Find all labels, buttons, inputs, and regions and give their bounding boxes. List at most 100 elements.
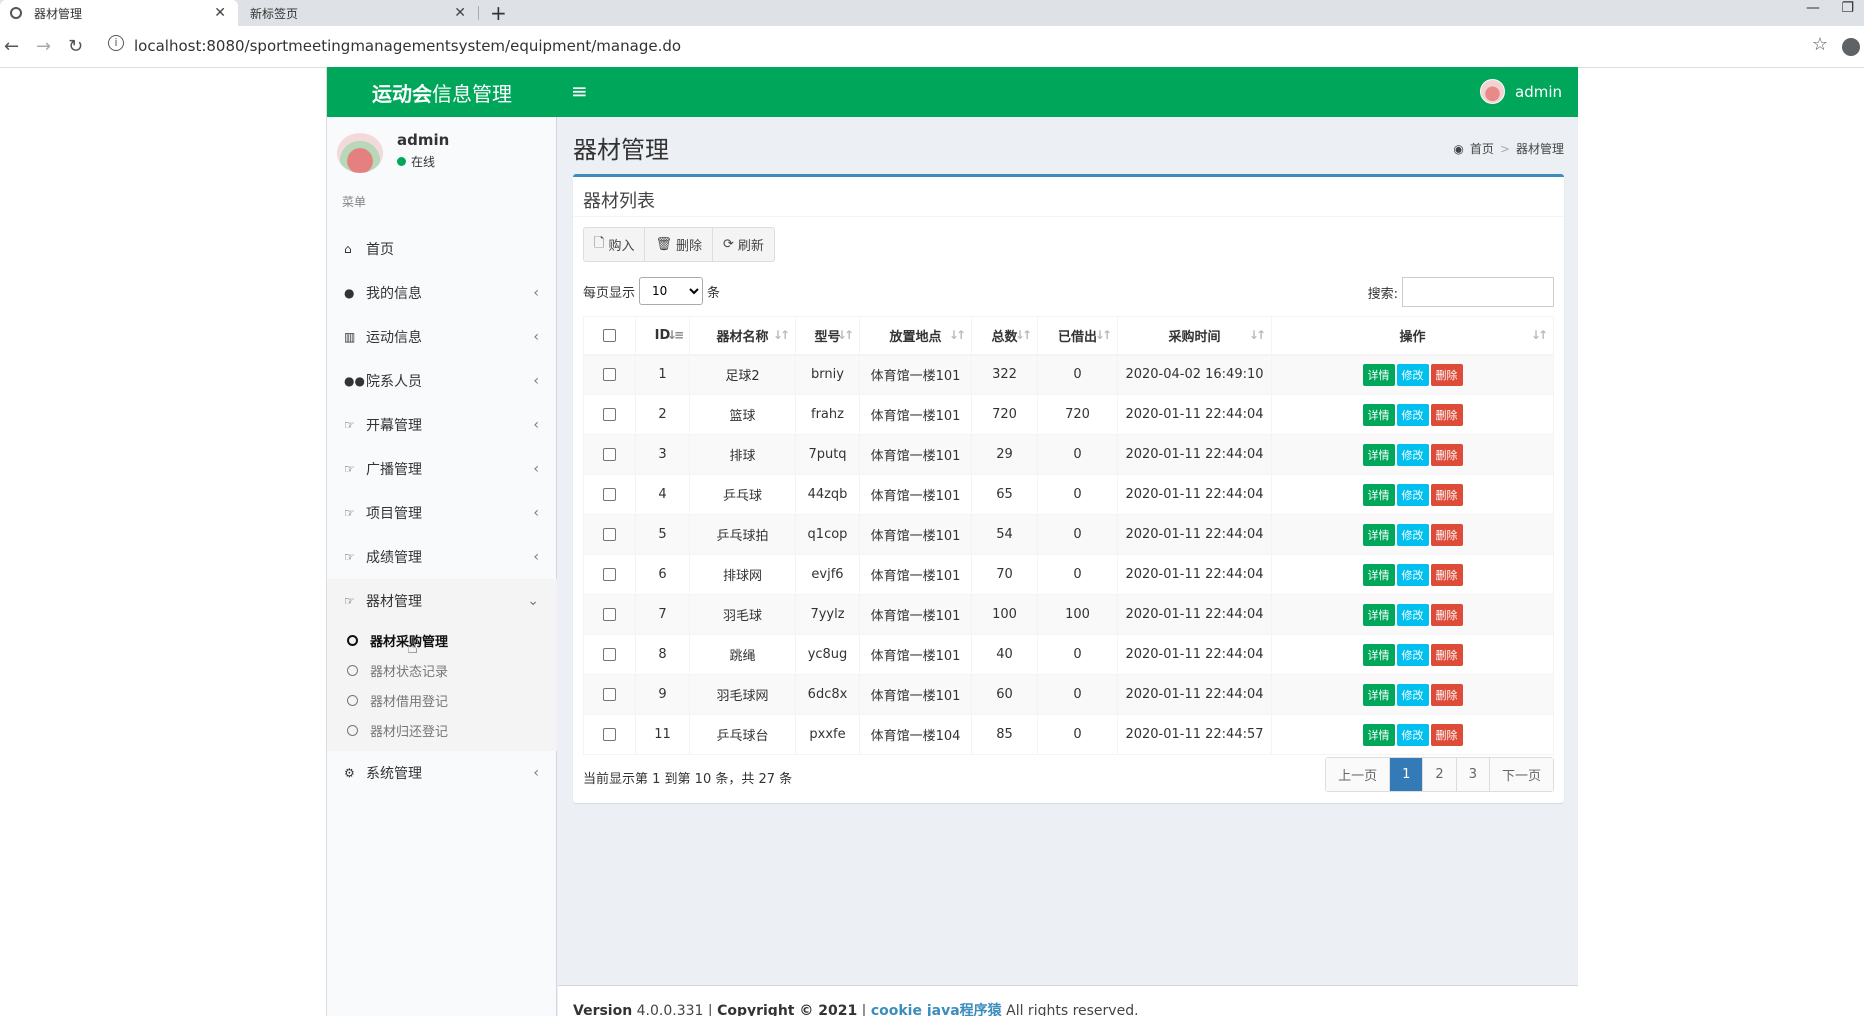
sidebar-item-sports-info[interactable]: ▥ 运动信息 ‹	[327, 315, 557, 359]
close-icon[interactable]: ✕	[454, 5, 466, 21]
column-header-location[interactable]: 放置地点 ↓↑	[859, 316, 972, 356]
sidebar-subitem-purchase[interactable]: 器材采购管理	[327, 625, 557, 655]
sidebar-subitem-return[interactable]: 器材归还登记	[327, 715, 557, 745]
bookmark-star-icon[interactable]: ☆	[1812, 34, 1828, 55]
row-checkbox[interactable]	[603, 648, 616, 661]
sidebar-toggle-icon[interactable]: ≡	[571, 79, 588, 103]
profile-icon[interactable]	[1842, 38, 1860, 56]
delete-row-button[interactable]: 删除	[1430, 683, 1463, 706]
column-header-id[interactable]: ID ↓≡	[635, 316, 690, 356]
delete-row-button[interactable]: 删除	[1430, 363, 1463, 386]
sidebar-item-equipment[interactable]: ☞ 器材管理 ⌄	[327, 579, 557, 623]
sidebar-subitem-status-record[interactable]: 器材状态记录	[327, 655, 557, 685]
detail-button[interactable]: 详情	[1362, 523, 1395, 546]
edit-button[interactable]: 修改	[1396, 723, 1429, 746]
url-text[interactable]: localhost:8080/sportmeetingmanagementsys…	[134, 37, 681, 55]
detail-button[interactable]: 详情	[1362, 443, 1395, 466]
page-length-select[interactable]: 10	[639, 277, 704, 305]
row-checkbox[interactable]	[603, 568, 616, 581]
row-checkbox[interactable]	[603, 488, 616, 501]
close-icon[interactable]: ✕	[214, 5, 226, 21]
detail-button[interactable]: 详情	[1362, 723, 1395, 746]
edit-button[interactable]: 修改	[1396, 603, 1429, 626]
row-checkbox[interactable]	[603, 368, 616, 382]
column-header-model[interactable]: 型号 ↓↑	[795, 316, 860, 356]
restore-icon[interactable]: ❐	[1841, 0, 1854, 16]
detail-button[interactable]: 详情	[1362, 483, 1395, 506]
sidebar-subitem-borrow[interactable]: 器材借用登记	[327, 685, 557, 715]
detail-button[interactable]: 详情	[1362, 563, 1395, 586]
page-title: 器材管理	[573, 136, 669, 164]
delete-button[interactable]: 🗑 删除	[645, 228, 713, 261]
buy-button[interactable]: 🗋 购入	[584, 228, 646, 261]
minimize-icon[interactable]: —	[1806, 0, 1820, 16]
browser-tab-inactive[interactable]: 新标签页 ✕	[240, 0, 478, 26]
column-header-actions[interactable]: 操作 ↓↑	[1271, 316, 1554, 356]
delete-row-button[interactable]: 删除	[1430, 483, 1463, 506]
sidebar-item-broadcast[interactable]: ☞ 广播管理 ‹	[327, 447, 557, 491]
forward-icon[interactable]: →	[36, 36, 51, 57]
delete-row-button[interactable]: 删除	[1430, 563, 1463, 586]
edit-button[interactable]: 修改	[1396, 683, 1429, 706]
detail-button[interactable]: 详情	[1362, 403, 1395, 426]
edit-button[interactable]: 修改	[1396, 643, 1429, 666]
detail-button[interactable]: 详情	[1362, 363, 1395, 386]
site-info-icon[interactable]: i	[108, 35, 124, 51]
detail-button[interactable]: 详情	[1362, 643, 1395, 666]
column-header-lent[interactable]: 已借出 ↓↑	[1037, 316, 1118, 356]
prev-page-button[interactable]: 上一页	[1326, 758, 1391, 791]
tab-divider	[478, 6, 479, 20]
delete-row-button[interactable]: 删除	[1430, 723, 1463, 746]
sidebar-item-home[interactable]: ⌂ 首页	[327, 227, 557, 271]
sidebar-item-opening[interactable]: ☞ 开幕管理 ‹	[327, 403, 557, 447]
detail-button[interactable]: 详情	[1362, 683, 1395, 706]
delete-row-button[interactable]: 删除	[1430, 523, 1463, 546]
sidebar-item-projects[interactable]: ☞ 项目管理 ‹	[327, 491, 557, 535]
page-button-3[interactable]: 3	[1456, 758, 1490, 791]
delete-row-button[interactable]: 删除	[1430, 603, 1463, 626]
column-header-total[interactable]: 总数 ↓↑	[971, 316, 1038, 356]
edit-button[interactable]: 修改	[1396, 403, 1429, 426]
page-button-1[interactable]: 1	[1390, 758, 1424, 791]
sidebar-item-system[interactable]: ⚙ 系统管理 ‹	[327, 751, 557, 795]
column-header-name[interactable]: 器材名称 ↓↑	[689, 316, 796, 356]
breadcrumb-home[interactable]: 首页	[1470, 140, 1494, 157]
row-checkbox[interactable]	[603, 528, 616, 541]
footer-link[interactable]: cookie java程序猿	[871, 1003, 1002, 1016]
next-page-button[interactable]: 下一页	[1489, 758, 1553, 791]
page-button-2[interactable]: 2	[1423, 758, 1457, 791]
user-menu[interactable]: admin	[1480, 79, 1562, 104]
edit-button[interactable]: 修改	[1396, 523, 1429, 546]
select-all-checkbox[interactable]	[603, 328, 616, 342]
search-input[interactable]	[1402, 277, 1554, 307]
hand-point-icon: ☞	[344, 594, 355, 608]
edit-button[interactable]: 修改	[1396, 363, 1429, 386]
cell-total: 70	[971, 554, 1038, 595]
sidebar-item-department-staff[interactable]: ●● 院系人员 ‹	[327, 359, 557, 403]
row-checkbox[interactable]	[603, 408, 616, 421]
row-checkbox[interactable]	[603, 688, 616, 701]
new-tab-icon[interactable]: +	[490, 1, 507, 25]
detail-button[interactable]: 详情	[1362, 603, 1395, 626]
row-checkbox[interactable]	[603, 728, 616, 741]
row-checkbox[interactable]	[603, 608, 616, 621]
browser-tab-active[interactable]: 器材管理 ✕	[0, 0, 238, 26]
row-checkbox[interactable]	[603, 448, 616, 461]
circle-icon	[347, 694, 358, 706]
back-icon[interactable]: ←	[4, 36, 19, 57]
chevron-left-icon: ‹	[533, 461, 539, 477]
sidebar-item-scores[interactable]: ☞ 成绩管理 ‹	[327, 535, 557, 579]
delete-row-button[interactable]: 删除	[1430, 643, 1463, 666]
cell-model: 44zqb	[795, 474, 860, 515]
app-logo[interactable]: 运动会信息管理	[372, 78, 512, 107]
column-header-time[interactable]: 采购时间 ↓↑	[1117, 316, 1272, 356]
cell-name: 乒乓球拍	[689, 514, 796, 555]
delete-row-button[interactable]: 删除	[1430, 443, 1463, 466]
delete-row-button[interactable]: 删除	[1430, 403, 1463, 426]
sidebar-item-my-info[interactable]: ● 我的信息 ‹	[327, 271, 557, 315]
refresh-button[interactable]: ⟳ 刷新	[713, 228, 774, 261]
edit-button[interactable]: 修改	[1396, 483, 1429, 506]
edit-button[interactable]: 修改	[1396, 443, 1429, 466]
reload-icon[interactable]: ↻	[68, 36, 83, 57]
edit-button[interactable]: 修改	[1396, 563, 1429, 586]
